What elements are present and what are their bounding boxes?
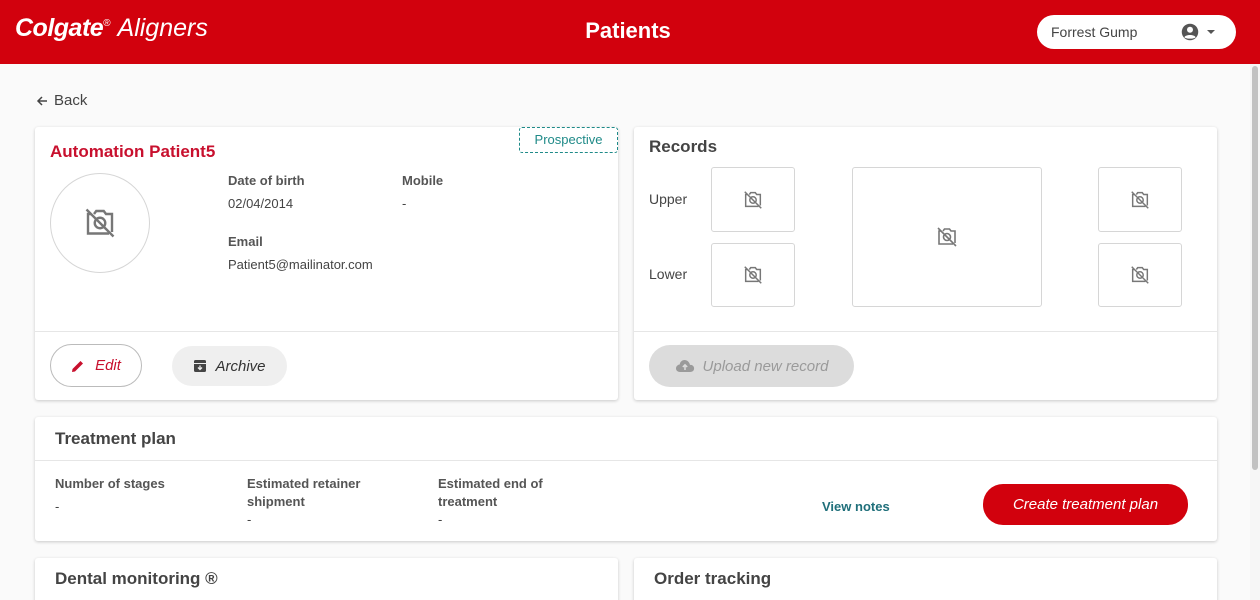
card-divider <box>634 331 1217 332</box>
scrollbar[interactable] <box>1250 64 1260 600</box>
stages-label: Number of stages <box>55 476 165 491</box>
upload-label: Upload new record <box>702 357 829 375</box>
records-card: Records Upper Lower Upload new record <box>634 127 1217 400</box>
archive-label: Archive <box>215 357 266 375</box>
view-notes-link[interactable]: View notes <box>822 499 890 514</box>
email-label: Email <box>228 234 263 249</box>
no-photo-icon <box>744 266 762 284</box>
dob-label: Date of birth <box>228 173 305 188</box>
no-photo-icon <box>937 227 957 247</box>
user-menu[interactable]: Forrest Gump <box>1037 15 1236 49</box>
retainer-value: - <box>247 512 252 527</box>
main-record-preview[interactable] <box>852 167 1042 307</box>
upper-record-thumbnail[interactable] <box>711 167 795 232</box>
lower-record-thumbnail[interactable] <box>711 243 795 307</box>
no-photo-icon <box>1131 266 1149 284</box>
back-link[interactable]: Back <box>36 92 87 109</box>
archive-icon <box>194 360 207 372</box>
no-photo-icon <box>744 190 762 209</box>
account-circle-icon <box>1181 23 1199 41</box>
top-bar: Colgate® Aligners Patients Forrest Gump <box>0 0 1260 64</box>
email-value: Patient5@mailinator.com <box>228 257 373 272</box>
patient-name: Automation Patient5 <box>50 142 216 161</box>
archive-button[interactable]: Archive <box>172 346 287 386</box>
scrollbar-thumb[interactable] <box>1252 66 1258 470</box>
stages-value: - <box>55 499 60 514</box>
retainer-label-line2: shipment <box>247 494 305 509</box>
end-value: - <box>438 512 443 527</box>
user-name: Forrest Gump <box>1051 24 1138 40</box>
upper-label: Upper <box>649 191 688 207</box>
avatar <box>50 173 150 273</box>
dental-monitoring-title: Dental monitoring ® <box>55 569 218 588</box>
mobile-label: Mobile <box>402 173 444 188</box>
end-label-line2: treatment <box>438 494 498 509</box>
upload-record-button[interactable]: Upload new record <box>649 345 854 387</box>
no-photo-icon <box>85 208 115 238</box>
retainer-label-line1: Estimated retainer <box>247 476 361 491</box>
pencil-icon <box>72 360 84 372</box>
create-treatment-plan-button[interactable]: Create treatment plan <box>983 484 1188 525</box>
end-label-line1: Estimated end of <box>438 476 543 491</box>
order-tracking-title: Order tracking <box>654 569 772 588</box>
edit-button[interactable]: Edit <box>50 344 142 387</box>
lower-label: Lower <box>649 266 688 282</box>
treatment-plan-title: Treatment plan <box>55 429 176 448</box>
order-tracking-card: Order tracking <box>634 558 1217 600</box>
no-photo-icon <box>1131 190 1149 209</box>
treatment-plan-card: Treatment plan Number of stages - Estima… <box>35 417 1217 541</box>
records-title: Records <box>649 137 718 156</box>
upper-right-record-thumbnail[interactable] <box>1098 167 1182 232</box>
card-divider <box>35 460 1217 461</box>
edit-label: Edit <box>95 357 121 374</box>
cloud-upload-icon <box>675 360 694 372</box>
mobile-value: - <box>402 196 407 211</box>
back-label: Back <box>54 92 88 109</box>
status-badge: Prospective <box>519 127 618 153</box>
arrow-left-icon <box>36 95 47 106</box>
patient-card: Automation Patient5 Prospective Date of … <box>35 127 618 400</box>
dental-monitoring-card: Dental monitoring ® <box>35 558 618 600</box>
lower-right-record-thumbnail[interactable] <box>1098 243 1182 307</box>
caret-down-icon <box>1207 30 1215 34</box>
dob-value: 02/04/2014 <box>228 196 294 211</box>
card-divider <box>35 331 618 332</box>
